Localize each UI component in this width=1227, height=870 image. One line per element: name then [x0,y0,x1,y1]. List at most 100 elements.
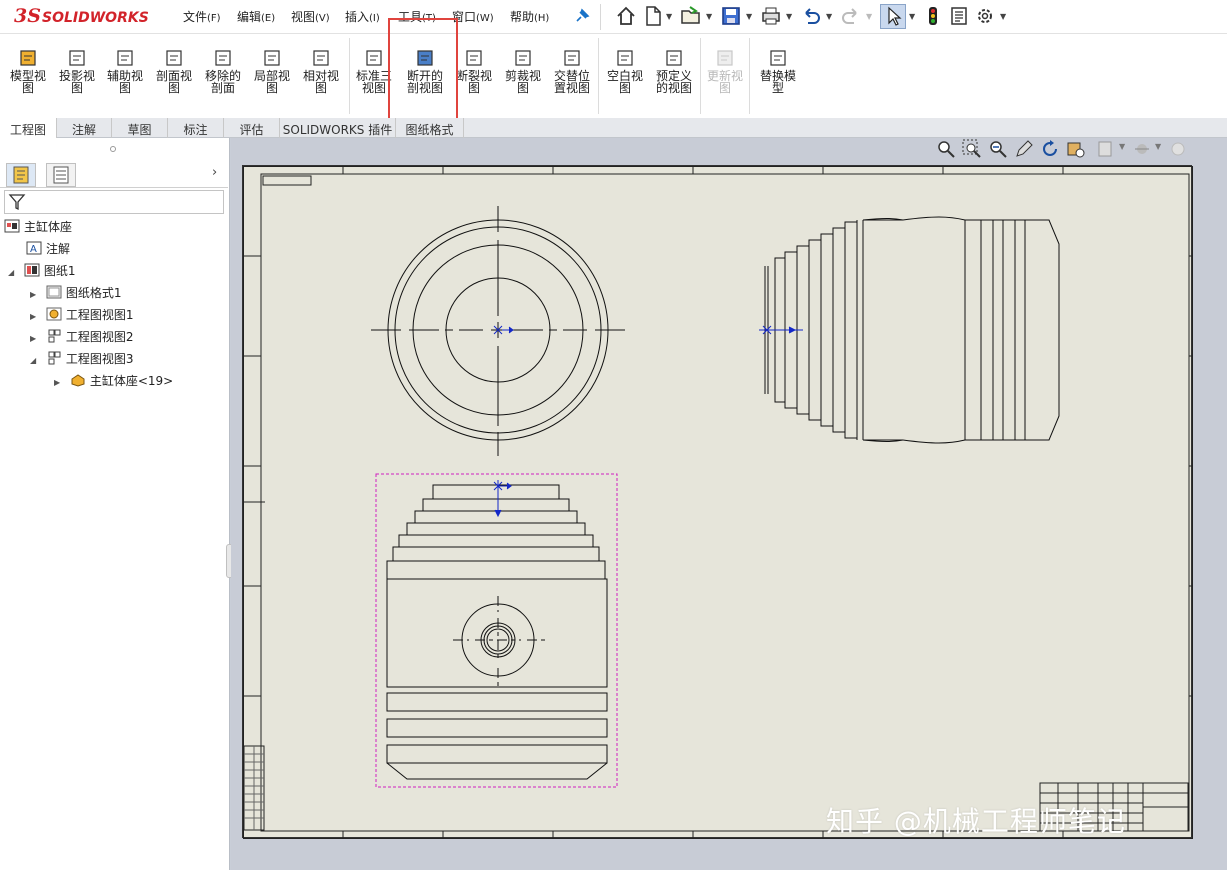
tree-annotations[interactable]: A 注解 [26,240,70,258]
tree-sheet-format[interactable]: ▶ 图纸格式1 [30,284,121,302]
select-button[interactable] [880,4,906,29]
tab-evaluate[interactable]: 评估 [224,118,280,138]
undo-dropdown-icon[interactable]: ▼ [826,12,832,21]
projected-view-label-2: 图 [70,81,83,95]
drawing-view-3 [375,473,618,788]
print-icon[interactable] [760,5,782,27]
collapse-arrow-icon[interactable]: ◢ [8,264,20,282]
hide-show-dropdown-icon[interactable]: ▼ [1119,142,1125,151]
empty-view-button[interactable]: 空白视图 [601,48,649,94]
auxiliary-view-button[interactable]: 辅助视图 [101,48,149,94]
projected-view-button[interactable]: 投影视图 [53,48,101,94]
relative-view-button[interactable]: 相对视图 [297,48,345,94]
print-dropdown-icon[interactable]: ▼ [786,12,792,21]
tab-annotation[interactable]: 注解 [57,118,112,138]
tree-root[interactable]: 主缸体座 [4,218,72,236]
options-gear-icon[interactable] [974,5,996,27]
expand-arrow-icon[interactable]: ▶ [54,374,66,392]
tree-drawing-view3[interactable]: ◢ 工程图视图3 [30,350,133,368]
menu-insert[interactable]: 插入(I) [345,8,380,25]
standard-3-view-button[interactable]: 标准三 视图 [350,48,398,94]
broken-out-section-icon [417,50,433,66]
new-document-icon[interactable] [642,5,664,27]
undo-icon[interactable] [800,5,822,27]
break-button[interactable]: 断裂视图 [450,48,498,94]
expand-arrow-icon[interactable]: ▶ [30,308,42,326]
replace-model-button[interactable]: 替换模型 [754,48,802,94]
tab-markup[interactable]: 标注 [168,118,224,138]
expand-arrow-icon[interactable]: ▶ [30,286,42,304]
section-view-button[interactable]: 剖面视图 [150,48,198,94]
solidworks-logo[interactable]: 3S SOLIDWORKS [4,4,154,30]
menu-file[interactable]: 文件(F) [183,8,221,25]
save-dropdown-icon[interactable]: ▼ [746,12,752,21]
rotate-view-icon[interactable] [1039,138,1061,160]
previous-view-icon[interactable] [987,138,1009,160]
drawing-sheet[interactable] [242,165,1193,839]
pin-icon[interactable] [574,8,590,24]
crop-view-button[interactable]: 剪裁视图 [499,48,547,94]
feature-manager-panel: › 主缸体座 A 注解 ◢ 图纸1 ▶ 图纸格式1 ▶ 工程图视图1 ▶ 工程图视… [0,138,230,870]
removed-section-label-2: 剖面 [210,81,235,95]
part-icon [71,374,85,387]
model-view-button[interactable]: 模型视图 [4,48,52,94]
home-icon[interactable] [615,5,637,27]
removed-section-icon [215,50,231,66]
zoom-to-fit-icon[interactable] [935,138,957,160]
ds-logo-mark: 3S [14,5,41,27]
tab-drawing[interactable]: 工程图 [0,118,57,138]
border-zone-ticks [243,166,1193,839]
appearance-dropdown-icon[interactable]: ▼ [1155,142,1161,151]
display-style-icon[interactable] [1065,138,1087,160]
rebuild-traffic-light-icon[interactable] [922,5,944,27]
expand-arrow-icon[interactable]: ▶ [30,330,42,348]
alternate-position-view-button[interactable]: 交替位 置视图 [548,48,596,94]
menu-edit[interactable]: 编辑(E) [237,8,275,25]
tab-sketch[interactable]: 草图 [112,118,168,138]
new-dropdown-icon[interactable]: ▼ [666,12,672,21]
panel-grip-icon[interactable] [110,146,116,152]
select-dropdown-icon[interactable]: ▼ [909,12,915,21]
scene-icon[interactable] [1167,138,1189,160]
menu-view[interactable]: 视图(V) [291,8,330,25]
tree-part[interactable]: ▶ 主缸体座<19> [54,372,173,390]
tree-filter-input[interactable] [4,190,224,214]
menu-tools[interactable]: 工具(T) [398,8,436,25]
open-dropdown-icon[interactable]: ▼ [706,12,712,21]
tab-sheet-format[interactable]: 图纸格式 [396,118,464,138]
property-list-icon [53,166,69,184]
predefined-view-label-2: 的视图 [655,81,692,95]
menu-window[interactable]: 窗口(W) [452,8,494,25]
open-folder-icon[interactable] [680,5,702,27]
drawing-document-icon [4,219,20,233]
options-dropdown-icon[interactable]: ▼ [1000,12,1006,21]
property-manager-tab[interactable] [46,163,76,187]
panel-tabs: › [0,160,228,188]
toolbar-separator [349,38,350,114]
menu-help[interactable]: 帮助(H) [510,8,549,25]
replace-model-icon [770,50,786,66]
zoom-to-area-icon[interactable] [961,138,983,160]
appearance-icon[interactable] [1131,138,1153,160]
broken-out-section-button[interactable]: 断开的 剖视图 [401,48,449,94]
replace-model-label-2: 型 [771,81,784,95]
save-icon[interactable] [720,5,742,27]
sketch-pencil-icon[interactable] [1013,138,1035,160]
predefined-view-button[interactable]: 预定义 的视图 [650,48,698,94]
section-view-icon [166,50,182,66]
tree-drawing-view2[interactable]: ▶ 工程图视图2 [30,328,133,346]
file-properties-icon[interactable] [948,5,970,27]
feature-tree-tab[interactable] [6,163,36,187]
feature-tree-icon [13,166,29,184]
removed-section-button[interactable]: 移除的 剖面 [199,48,247,94]
tree-sheet1[interactable]: ◢ 图纸1 [8,262,75,280]
tree-drawing-view1[interactable]: ▶ 工程图视图1 [30,306,133,324]
section-view-label-2: 图 [167,81,180,95]
detail-view-button[interactable]: 局部视图 [248,48,296,94]
collapse-arrow-icon[interactable]: ◢ [30,352,42,370]
hide-show-items-icon[interactable] [1095,138,1117,160]
redo-dropdown-icon: ▼ [866,12,873,21]
filter-icon [8,194,26,211]
panel-expand-chevron-icon[interactable]: › [212,165,217,180]
tab-solidworks-addins[interactable]: SOLIDWORKS 插件 [280,118,396,138]
